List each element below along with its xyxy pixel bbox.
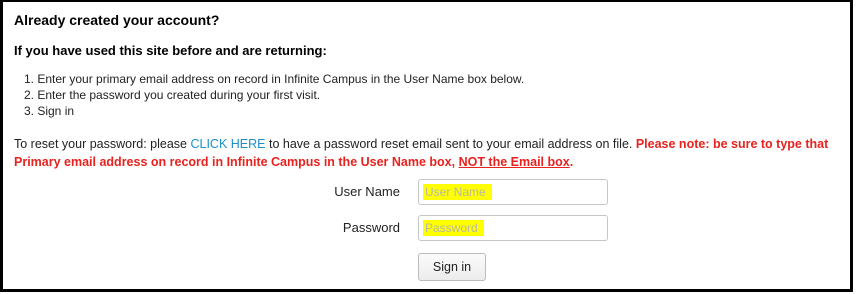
username-placeholder: User Name (423, 184, 492, 200)
sign-in-button[interactable]: Sign in (418, 253, 486, 281)
reset-middle-text: to have a password reset email sent to y… (265, 137, 636, 151)
section-subtitle: If you have used this site before and ar… (14, 43, 327, 58)
username-input[interactable]: User Name (418, 179, 608, 205)
page-title: Already created your account? (14, 12, 220, 28)
reset-prefix: To reset your password: please (14, 137, 191, 151)
username-label: User Name (334, 184, 400, 199)
warning-note-end: . (569, 155, 574, 169)
reset-password-text: To reset your password: please CLICK HER… (14, 135, 844, 171)
list-item: 2. Enter the password you created during… (24, 88, 321, 102)
list-item: 3. Sign in (24, 104, 75, 118)
password-placeholder: Password (423, 220, 484, 236)
password-input[interactable]: Password (418, 215, 608, 241)
reset-password-link[interactable]: CLICK HERE (190, 137, 265, 151)
list-item: 1. Enter your primary email address on r… (24, 72, 525, 86)
password-label: Password (342, 220, 400, 235)
warning-note-underlined: NOT the Email box (458, 155, 570, 169)
instruction-list: 1. Enter your primary email address on r… (24, 71, 524, 119)
